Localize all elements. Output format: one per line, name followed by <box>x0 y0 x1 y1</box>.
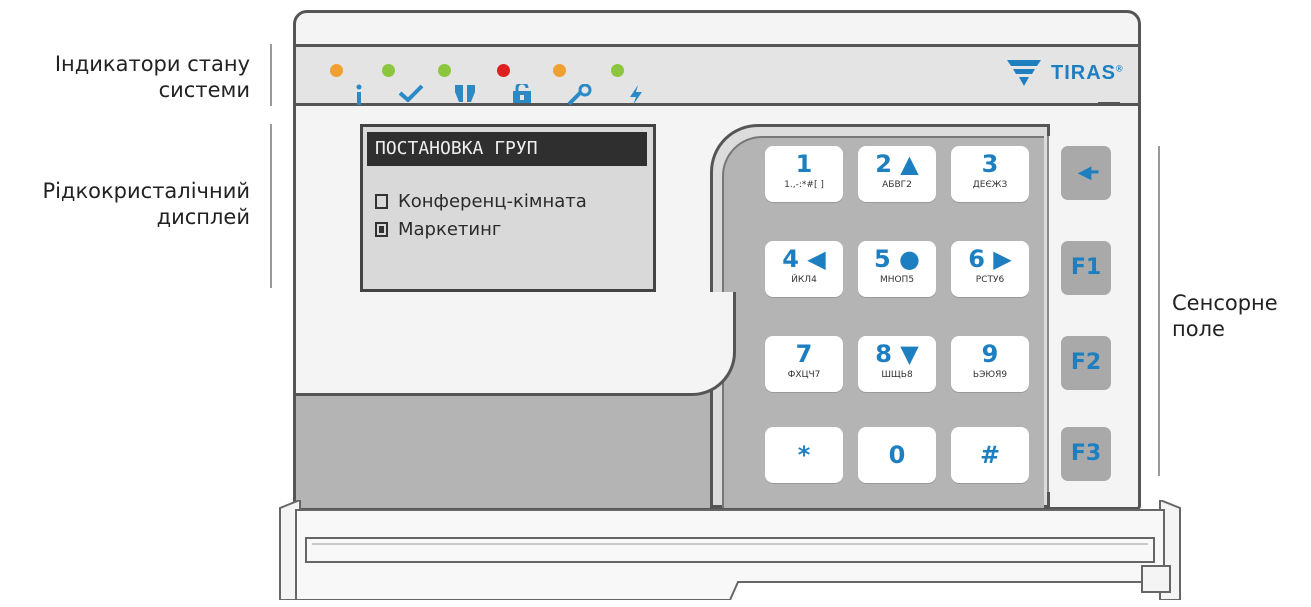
checkbox-checked-icon <box>375 222 388 237</box>
annotation-lcd: Рідкокристалічний дисплей <box>42 179 250 229</box>
tiras-logo-icon <box>1007 60 1041 86</box>
front-panel-curve <box>296 292 736 396</box>
key-label: 1 <box>795 150 813 178</box>
key-label: * <box>797 441 811 469</box>
annotation-touch-line <box>1158 146 1160 476</box>
key-4[interactable]: 5 ● МНОП5 <box>858 241 936 297</box>
status-led-0 <box>330 64 343 77</box>
wrench-icon <box>567 83 593 111</box>
info-icon <box>352 84 366 111</box>
annotation-indicators: Індикатори стану системи <box>54 52 250 102</box>
key-3[interactable]: 4 ◀ ЙКЛ4 <box>765 241 843 297</box>
key-label: 6 ▶ <box>968 245 1012 273</box>
key-letters: 1.,-:*#[ ] <box>784 180 824 190</box>
key-6[interactable]: 7 ФХЦЧ7 <box>765 336 843 392</box>
status-led-3 <box>497 64 510 77</box>
key-label: # <box>979 441 1001 469</box>
check-icon <box>398 84 424 107</box>
key-letters: ЙКЛ4 <box>791 275 817 285</box>
lightning-icon <box>628 84 644 111</box>
checkbox-icon <box>375 194 388 209</box>
key-letters: РСТУ6 <box>975 275 1005 285</box>
status-led-4 <box>553 64 566 77</box>
key-5[interactable]: 6 ▶ РСТУ6 <box>951 241 1029 297</box>
key-9[interactable]: * <box>765 427 843 483</box>
key-label: 5 ● <box>874 245 920 273</box>
logo-text: TIRAS® <box>1051 61 1124 84</box>
key-label: 8 ▼ <box>875 340 919 368</box>
lcd-item-1: Маркетинг <box>375 219 501 241</box>
lock-icon <box>512 81 532 109</box>
key-label: 3 <box>981 150 999 178</box>
lcd-item-0: Конференц-кімната <box>375 191 587 213</box>
key-label: 0 <box>888 441 906 469</box>
annotation-touch-field: Сенсорне поле <box>1172 291 1278 341</box>
lcd-header: ПОСТАНОВКА ГРУП <box>367 132 647 166</box>
key-10[interactable]: 0 <box>858 427 936 483</box>
f3-key[interactable]: F3 <box>1061 427 1111 481</box>
key-label: 7 <box>795 340 813 368</box>
key-letters: ДЕЄЖЗ <box>972 180 1008 190</box>
device-stand <box>279 500 1181 600</box>
status-slot <box>1098 102 1120 106</box>
lower-panel <box>296 392 726 508</box>
status-led-5 <box>611 64 624 77</box>
key-letters: АБВГ2 <box>882 180 912 190</box>
key-letters: ШЩЬ8 <box>881 370 913 380</box>
key-1[interactable]: 2 ▲ АБВГ2 <box>858 146 936 202</box>
key-label: 4 ◀ <box>782 245 826 273</box>
annotation-lcd-line <box>270 124 272 288</box>
f1-key[interactable]: F1 <box>1061 241 1111 295</box>
backspace-key[interactable]: ◀━ <box>1061 146 1111 200</box>
annotation-indicators-line <box>270 44 272 106</box>
status-led-1 <box>382 64 395 77</box>
shield-icon <box>454 84 476 109</box>
tiras-logo: TIRAS® <box>1005 55 1124 91</box>
status-led-2 <box>438 64 451 77</box>
key-0[interactable]: 1 1.,-:*#[ ] <box>765 146 843 202</box>
key-label: 9 <box>981 340 999 368</box>
key-letters: ФХЦЧ7 <box>787 370 821 380</box>
f2-key[interactable]: F2 <box>1061 336 1111 390</box>
key-8[interactable]: 9 ЬЭЮЯ9 <box>951 336 1029 392</box>
key-7[interactable]: 8 ▼ ШЩЬ8 <box>858 336 936 392</box>
lcd-display: ПОСТАНОВКА ГРУП Конференц-кімната Маркет… <box>360 124 656 292</box>
key-11[interactable]: # <box>951 427 1029 483</box>
key-letters: ЬЭЮЯ9 <box>972 370 1008 380</box>
key-letters: МНОП5 <box>879 275 915 285</box>
key-label: 2 ▲ <box>875 150 919 178</box>
key-2[interactable]: 3 ДЕЄЖЗ <box>951 146 1029 202</box>
